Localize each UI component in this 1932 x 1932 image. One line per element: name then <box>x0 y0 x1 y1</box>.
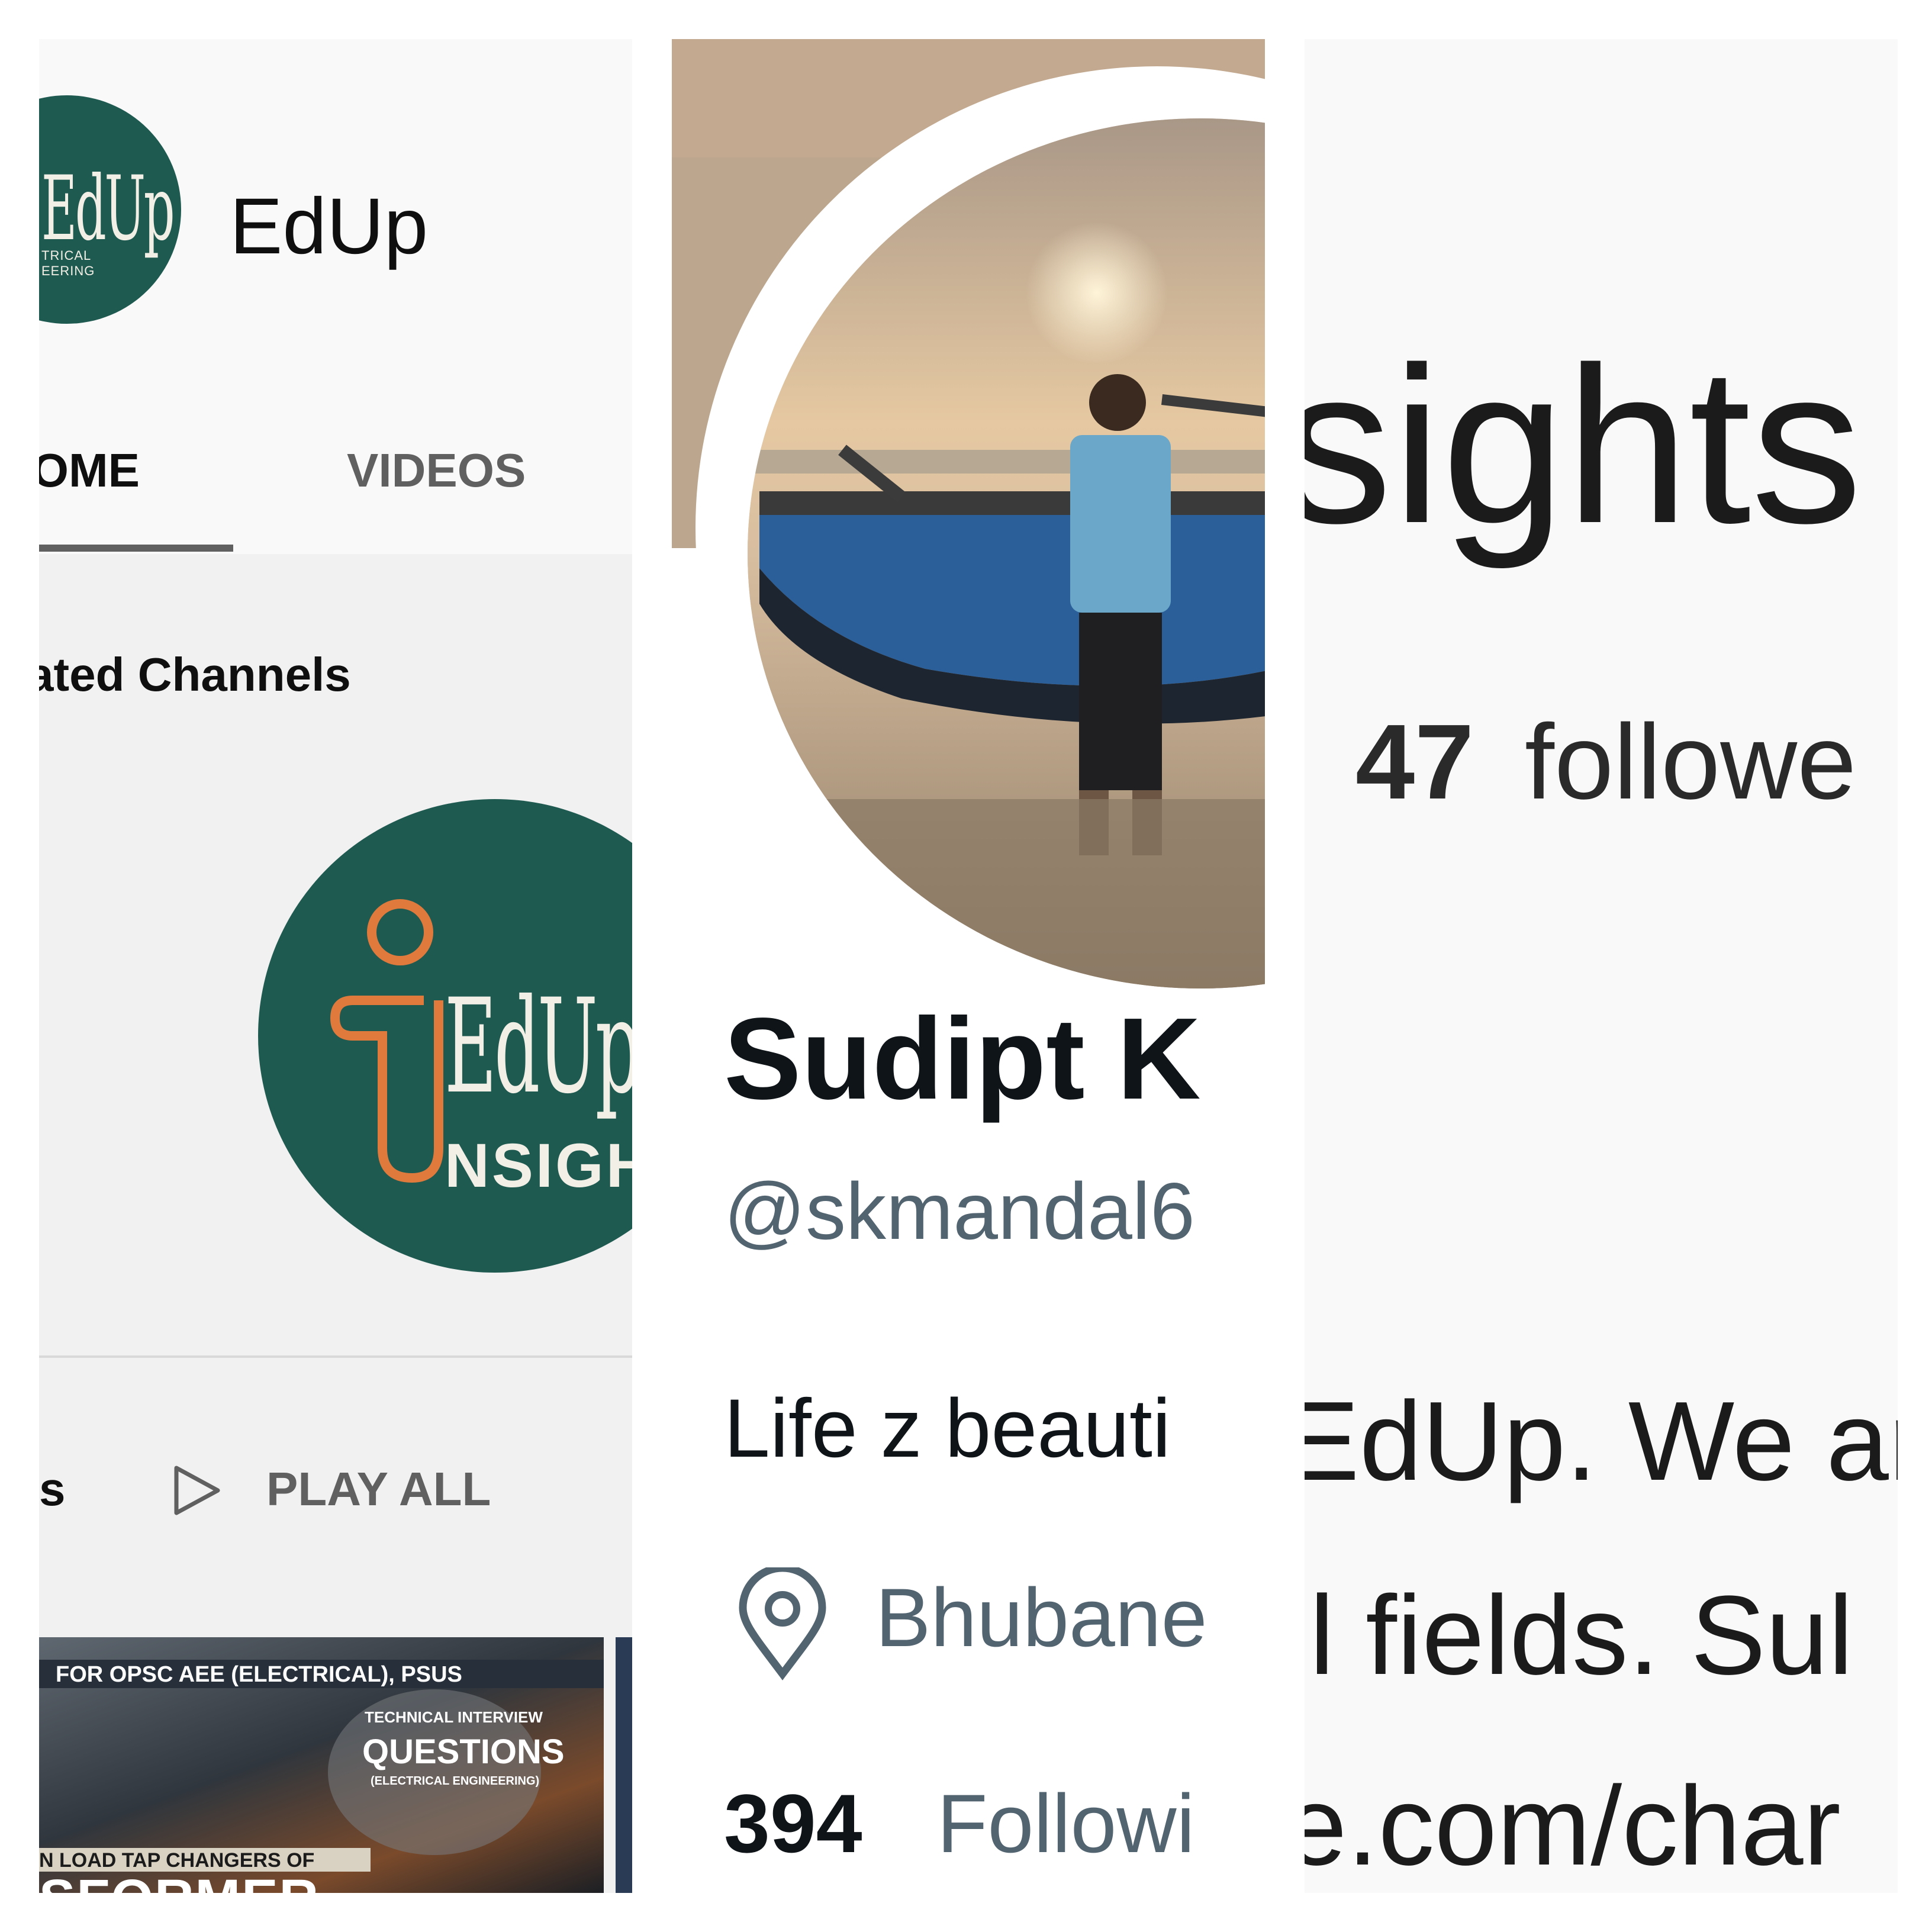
channel-avatar-sub1: TRICAL <box>41 248 92 263</box>
followers-count[interactable]: 47 <box>1355 701 1474 823</box>
video-thumbnail[interactable]: FOR OPSC AEE (ELECTRICAL), PSUS TECHNICA… <box>39 1637 604 1893</box>
about-link[interactable]: e.com/char <box>1305 1762 1841 1891</box>
followers-label[interactable]: followe <box>1525 701 1856 823</box>
following-count[interactable]: 394 <box>724 1776 862 1872</box>
channel-avatar[interactable]: EdUp TRICAL EERING <box>39 95 181 324</box>
tab-videos[interactable]: VIDEOS <box>347 443 526 498</box>
thumbnail-tagline: TECHNICAL INTERVIEW <box>365 1708 543 1726</box>
play-all-button[interactable]: PLAY ALL <box>266 1462 491 1516</box>
user-handle: @skmandal6 <box>724 1166 1195 1256</box>
youtube-channel-panel: EdUp TRICAL EERING EdUp HOME VIDEOS ated… <box>39 39 632 1893</box>
featured-channels-title: ated Channels <box>39 648 351 701</box>
active-tab-indicator <box>39 545 233 552</box>
about-line-1: EdUp. We ar <box>1305 1379 1898 1504</box>
insights-profile-panel: sights 47 followe EdUp. We ar ll fields.… <box>1305 39 1898 1893</box>
featured-channel-logo: EdUp <box>445 971 632 1122</box>
tab-home[interactable]: HOME <box>39 443 140 498</box>
next-video-thumbnail[interactable] <box>616 1637 632 1893</box>
thumbnail-banner: FOR OPSC AEE (ELECTRICAL), PSUS <box>39 1660 604 1688</box>
section-divider <box>39 1355 632 1358</box>
user-bio: Life z beauti <box>724 1382 1171 1474</box>
following-label[interactable]: Followi <box>937 1776 1195 1872</box>
display-name: Sudipt K <box>724 994 1201 1123</box>
user-location: Bhubane <box>875 1571 1208 1664</box>
channel-name: EdUp <box>230 182 429 271</box>
channel-avatar-logo: EdUp <box>41 157 175 260</box>
thumbnail-headline: QUESTIONS <box>362 1733 565 1771</box>
profile-title: sights <box>1305 321 1863 569</box>
playlist-title-fragment: s <box>39 1463 66 1515</box>
twitter-profile-panel: Sudipt K @skmandal6 Life z beauti Bhuban… <box>672 39 1265 1893</box>
thumbnail-subline: (ELECTRICAL ENGINEERING) <box>371 1775 540 1788</box>
featured-channel-sub: NSIGHT <box>445 1131 632 1200</box>
avatar-photo <box>748 118 1265 988</box>
about-line-2: ll fields. Sul <box>1305 1573 1853 1698</box>
profile-avatar[interactable] <box>748 118 1265 988</box>
featured-channel-avatar[interactable]: EdUp NSIGHT <box>258 799 632 1273</box>
thumbnail-banner-text: FOR OPSC AEE (ELECTRICAL), PSUS <box>56 1662 462 1687</box>
thumbnail-title: SFORMER <box>39 1868 320 1893</box>
channel-avatar-sub2: EERING <box>41 263 95 278</box>
tab-home-label: HOME <box>39 444 140 497</box>
location-pin-icon <box>739 1567 826 1680</box>
play-icon[interactable] <box>168 1461 227 1520</box>
